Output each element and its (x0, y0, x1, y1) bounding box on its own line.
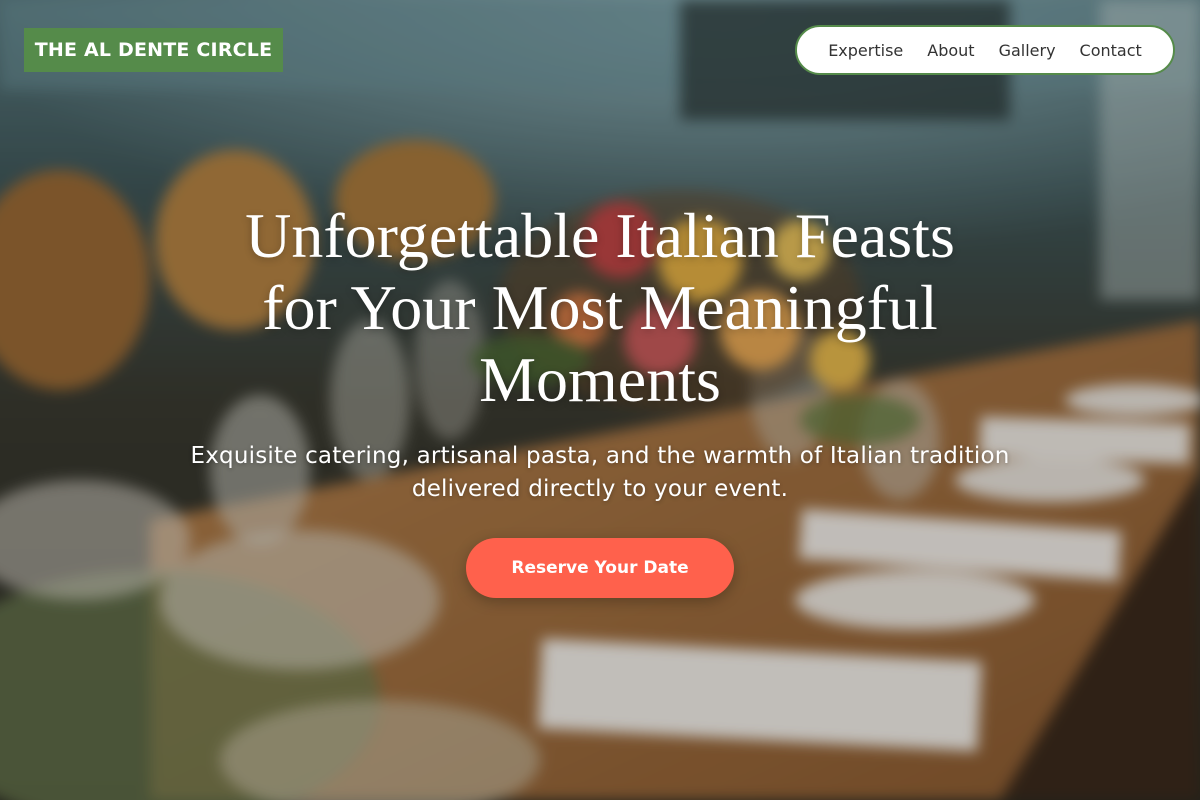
nav-item-contact[interactable]: Contact (1080, 41, 1142, 60)
hero-title-line-1: Unforgettable Italian Feasts (245, 200, 955, 271)
hero-subtitle-line-2: delivered directly to your event. (411, 476, 789, 502)
hero-subtitle: Exquisite catering, artisanal pasta, and… (160, 440, 1040, 506)
main-nav: Expertise About Gallery Contact (795, 25, 1175, 75)
hero-title-line-3: Moments (479, 344, 721, 415)
hero-subtitle-line-1: Exquisite catering, artisanal pasta, and… (190, 443, 1010, 469)
reserve-date-button[interactable]: Reserve Your Date (466, 538, 734, 598)
hero-title-line-2: for Your Most Meaningful (262, 272, 938, 343)
nav-item-expertise[interactable]: Expertise (828, 41, 903, 60)
nav-item-gallery[interactable]: Gallery (999, 41, 1056, 60)
nav-item-about[interactable]: About (927, 41, 974, 60)
brand-logo[interactable]: THE AL DENTE CIRCLE (24, 28, 283, 72)
hero-title: Unforgettable Italian Feasts for Your Mo… (150, 200, 1050, 416)
